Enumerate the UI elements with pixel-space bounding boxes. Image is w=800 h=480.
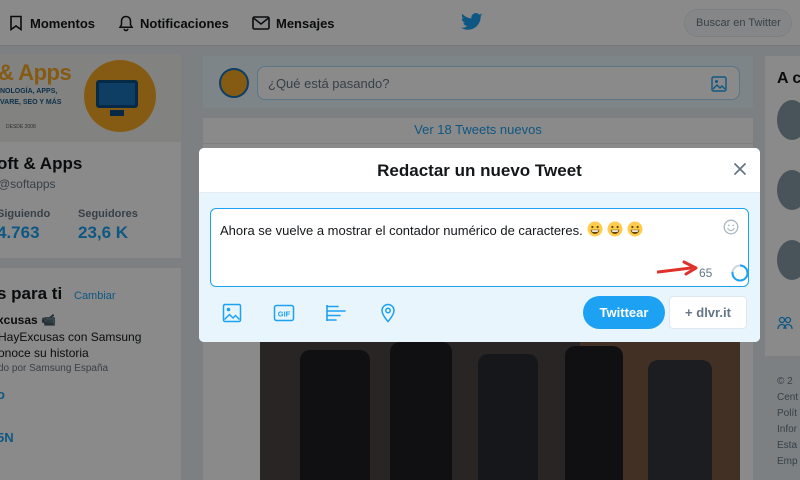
dlvr-it-button[interactable]: + dlvr.it <box>669 296 747 329</box>
close-icon[interactable] <box>733 162 747 176</box>
add-gif-button[interactable]: GIF <box>272 301 296 325</box>
poll-icon <box>326 305 346 321</box>
compose-tweet-modal: Redactar un nuevo Tweet Ahora se vuelve … <box>199 148 760 342</box>
character-counter: 65 <box>699 266 713 280</box>
modal-title: Redactar un nuevo Tweet <box>377 161 582 180</box>
location-pin-icon <box>381 303 395 323</box>
tweet-text-content: Ahora se vuelve a mostrar el contador nu… <box>220 223 583 238</box>
grinning-emoji-icon <box>627 221 643 237</box>
tweet-text: Ahora se vuelve a mostrar el contador nu… <box>220 221 643 240</box>
gif-icon: GIF <box>273 304 295 322</box>
annotation-arrow <box>657 260 698 276</box>
add-media-button[interactable] <box>220 301 244 325</box>
emoji-icon[interactable] <box>723 219 739 235</box>
character-progress-ring <box>731 264 749 282</box>
grinning-emoji-icon <box>607 221 623 237</box>
photo-icon <box>222 303 242 323</box>
emoji-row <box>583 221 643 240</box>
tweet-button[interactable]: Twittear <box>583 296 665 329</box>
tweet-textarea[interactable]: Ahora se vuelve a mostrar el contador nu… <box>210 208 749 287</box>
modal-body: Ahora se vuelve a mostrar el contador nu… <box>199 193 760 342</box>
add-location-button[interactable] <box>376 301 400 325</box>
svg-text:GIF: GIF <box>278 309 291 318</box>
add-poll-button[interactable] <box>324 301 348 325</box>
grinning-emoji-icon <box>587 221 603 237</box>
modal-header: Redactar un nuevo Tweet <box>199 148 760 193</box>
